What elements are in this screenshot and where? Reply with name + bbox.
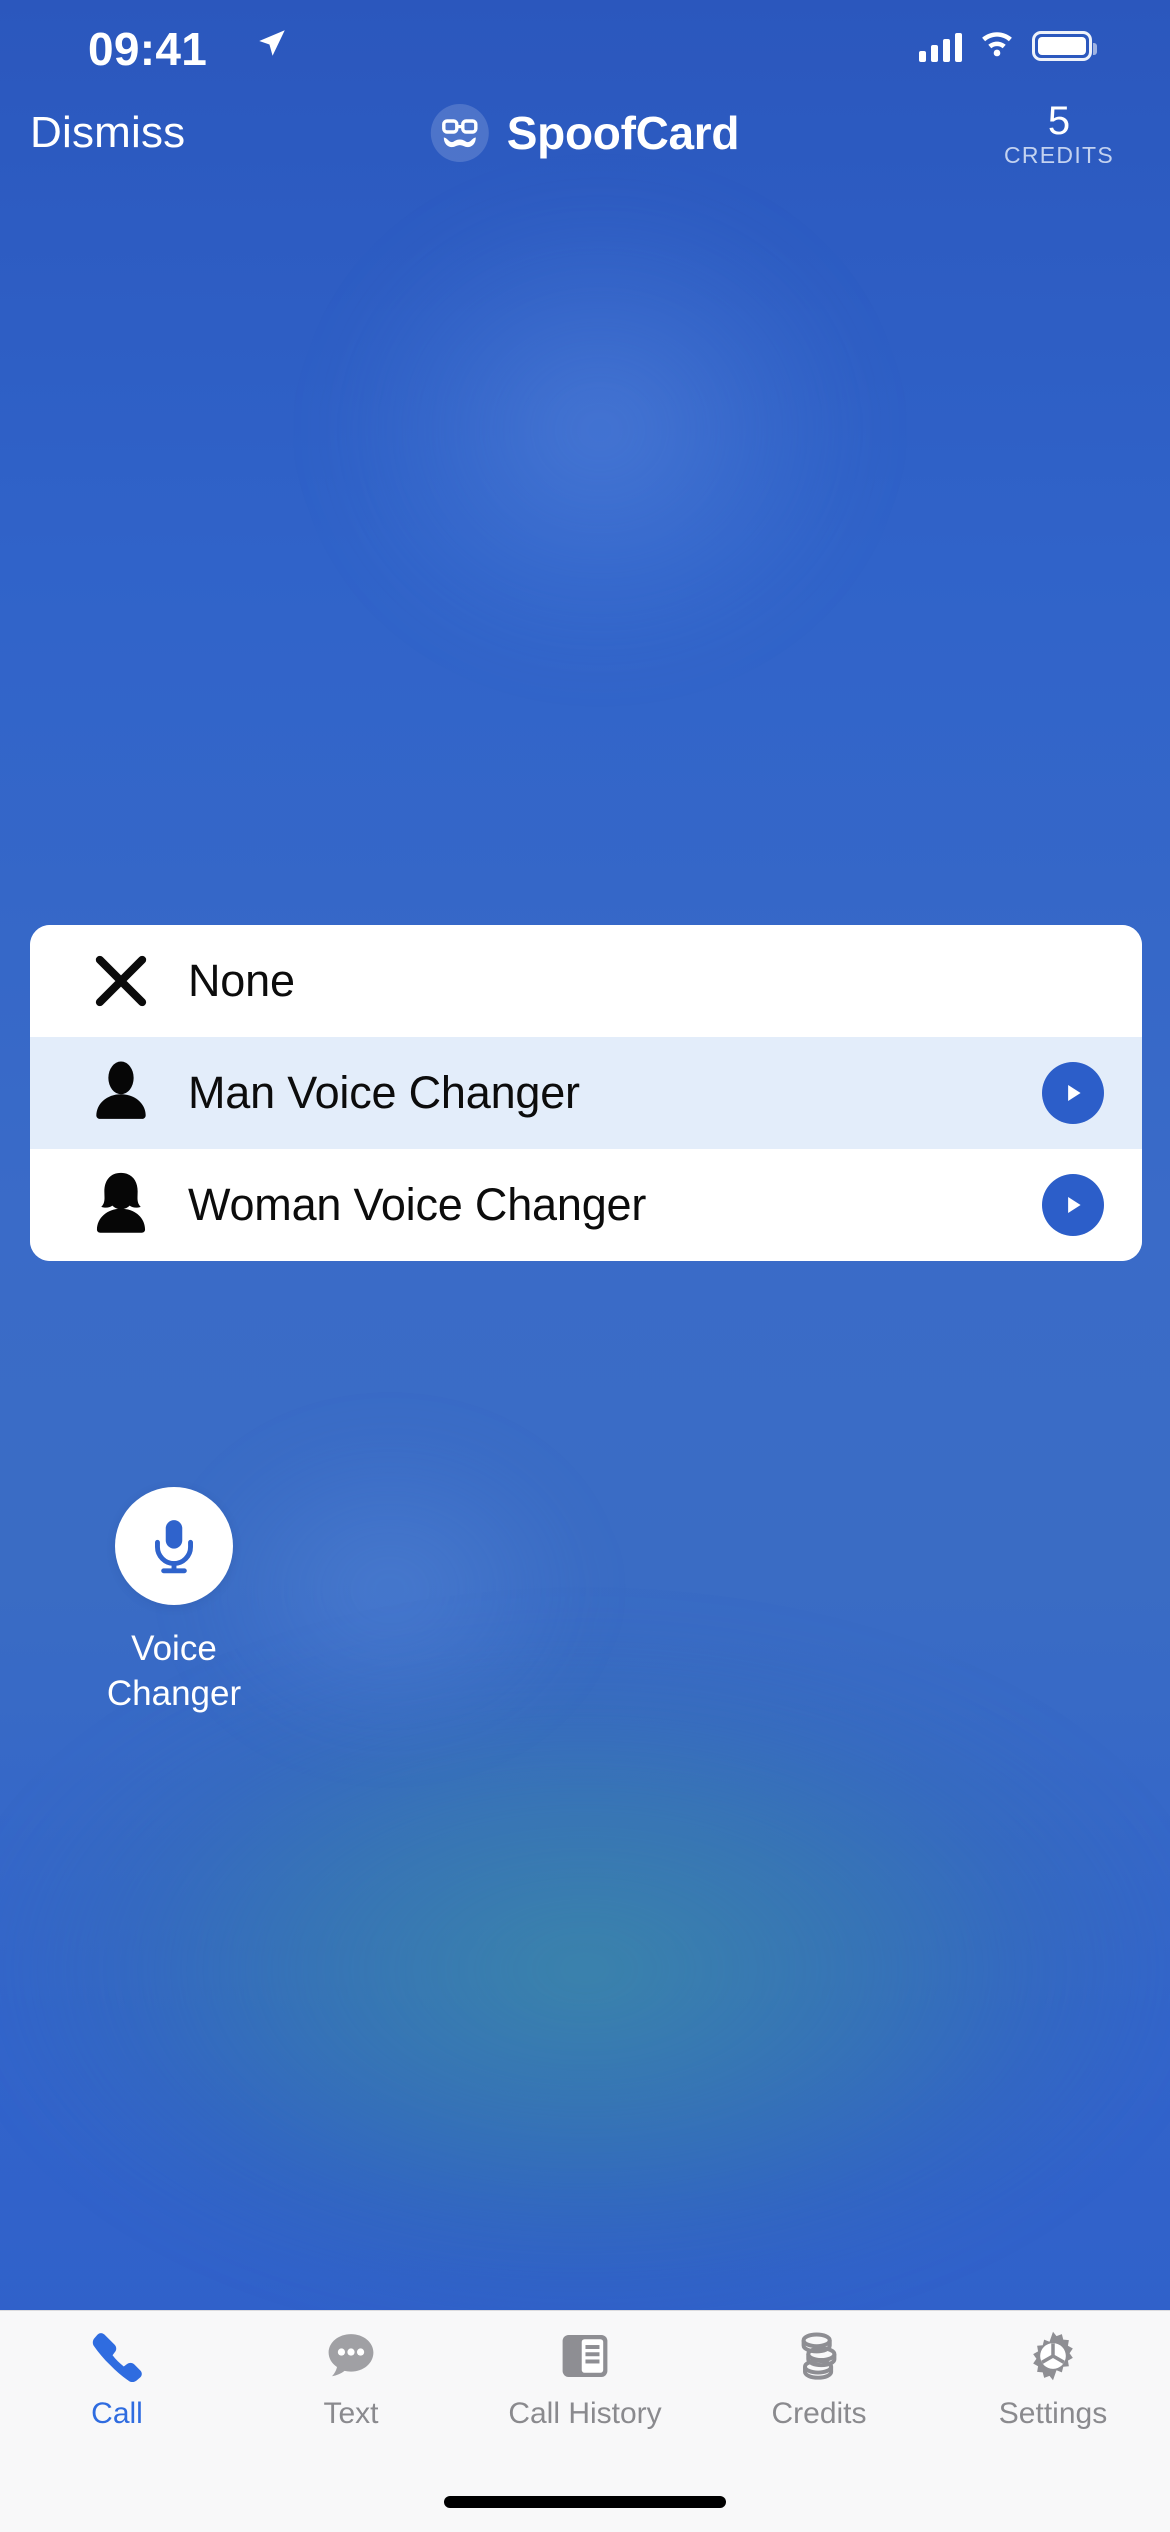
- voice-option-label: None: [188, 955, 295, 1006]
- tab-credits[interactable]: Credits: [702, 2325, 936, 2461]
- tab-label: Call History: [508, 2397, 662, 2430]
- status-bar-indicators: [919, 28, 1097, 63]
- battery-full-icon: [1032, 30, 1097, 61]
- voice-changer-label-line1: Voice: [131, 1629, 217, 1668]
- voice-options-card: None Man Voice Changer Woman Voice Chang…: [30, 925, 1142, 1261]
- location-arrow-icon: [255, 26, 289, 65]
- background-glow-top: [250, 120, 950, 740]
- status-bar: 09:41: [0, 0, 1170, 100]
- voice-option-woman[interactable]: Woman Voice Changer: [30, 1149, 1142, 1261]
- tab-label: Settings: [998, 2397, 1108, 2430]
- cellular-signal-icon: [919, 30, 962, 62]
- voice-changer-label-line2: Changer: [106, 1673, 242, 1713]
- wifi-icon: [978, 28, 1016, 63]
- chat-bubble-icon: [323, 2325, 379, 2387]
- nav-title-group: SpoofCard: [430, 104, 740, 162]
- tab-settings[interactable]: Settings: [936, 2325, 1170, 2461]
- credits-button[interactable]: 5 CREDITS: [984, 100, 1134, 169]
- man-avatar-icon: [78, 1056, 164, 1130]
- tab-call-history[interactable]: Call History: [468, 2325, 702, 2461]
- credits-label: CREDITS: [1003, 142, 1115, 168]
- voice-changer-button[interactable]: Voice Changer: [66, 1487, 282, 1717]
- nav-bar: Dismiss SpoofCard 5 CREDITS: [0, 100, 1170, 176]
- close-x-icon: [78, 948, 164, 1014]
- call-history-icon: [557, 2325, 613, 2387]
- coins-icon: [791, 2325, 847, 2387]
- gear-icon: [1025, 2325, 1081, 2387]
- tab-text[interactable]: Text: [234, 2325, 468, 2461]
- tab-label: Credits: [771, 2397, 867, 2430]
- tab-label: Call: [91, 2397, 143, 2430]
- app-screen: 09:41 Dismiss SpoofCard 5 CREDITS None M…: [0, 0, 1170, 2532]
- spoofcard-glasses-mustache-icon: [430, 104, 489, 162]
- credits-count: 5: [1047, 99, 1071, 143]
- play-icon[interactable]: [1042, 1174, 1104, 1236]
- tab-bar: Call Text Call History Credits Settings: [0, 2310, 1170, 2532]
- woman-avatar-icon: [78, 1168, 164, 1242]
- play-icon[interactable]: [1042, 1062, 1104, 1124]
- phone-icon: [89, 2325, 145, 2387]
- voice-option-none[interactable]: None: [30, 925, 1142, 1037]
- microphone-icon: [115, 1487, 233, 1605]
- voice-option-man[interactable]: Man Voice Changer: [30, 1037, 1142, 1149]
- home-indicator[interactable]: [444, 2496, 726, 2508]
- voice-option-label: Woman Voice Changer: [188, 1179, 647, 1230]
- app-title: SpoofCard: [506, 107, 740, 159]
- tab-call[interactable]: Call: [0, 2325, 234, 2461]
- voice-changer-label: Voice Changer: [107, 1627, 241, 1717]
- voice-option-label: Man Voice Changer: [188, 1067, 580, 1118]
- dismiss-button[interactable]: Dismiss: [30, 108, 185, 158]
- tab-label: Text: [323, 2397, 379, 2430]
- status-bar-time: 09:41: [88, 23, 208, 75]
